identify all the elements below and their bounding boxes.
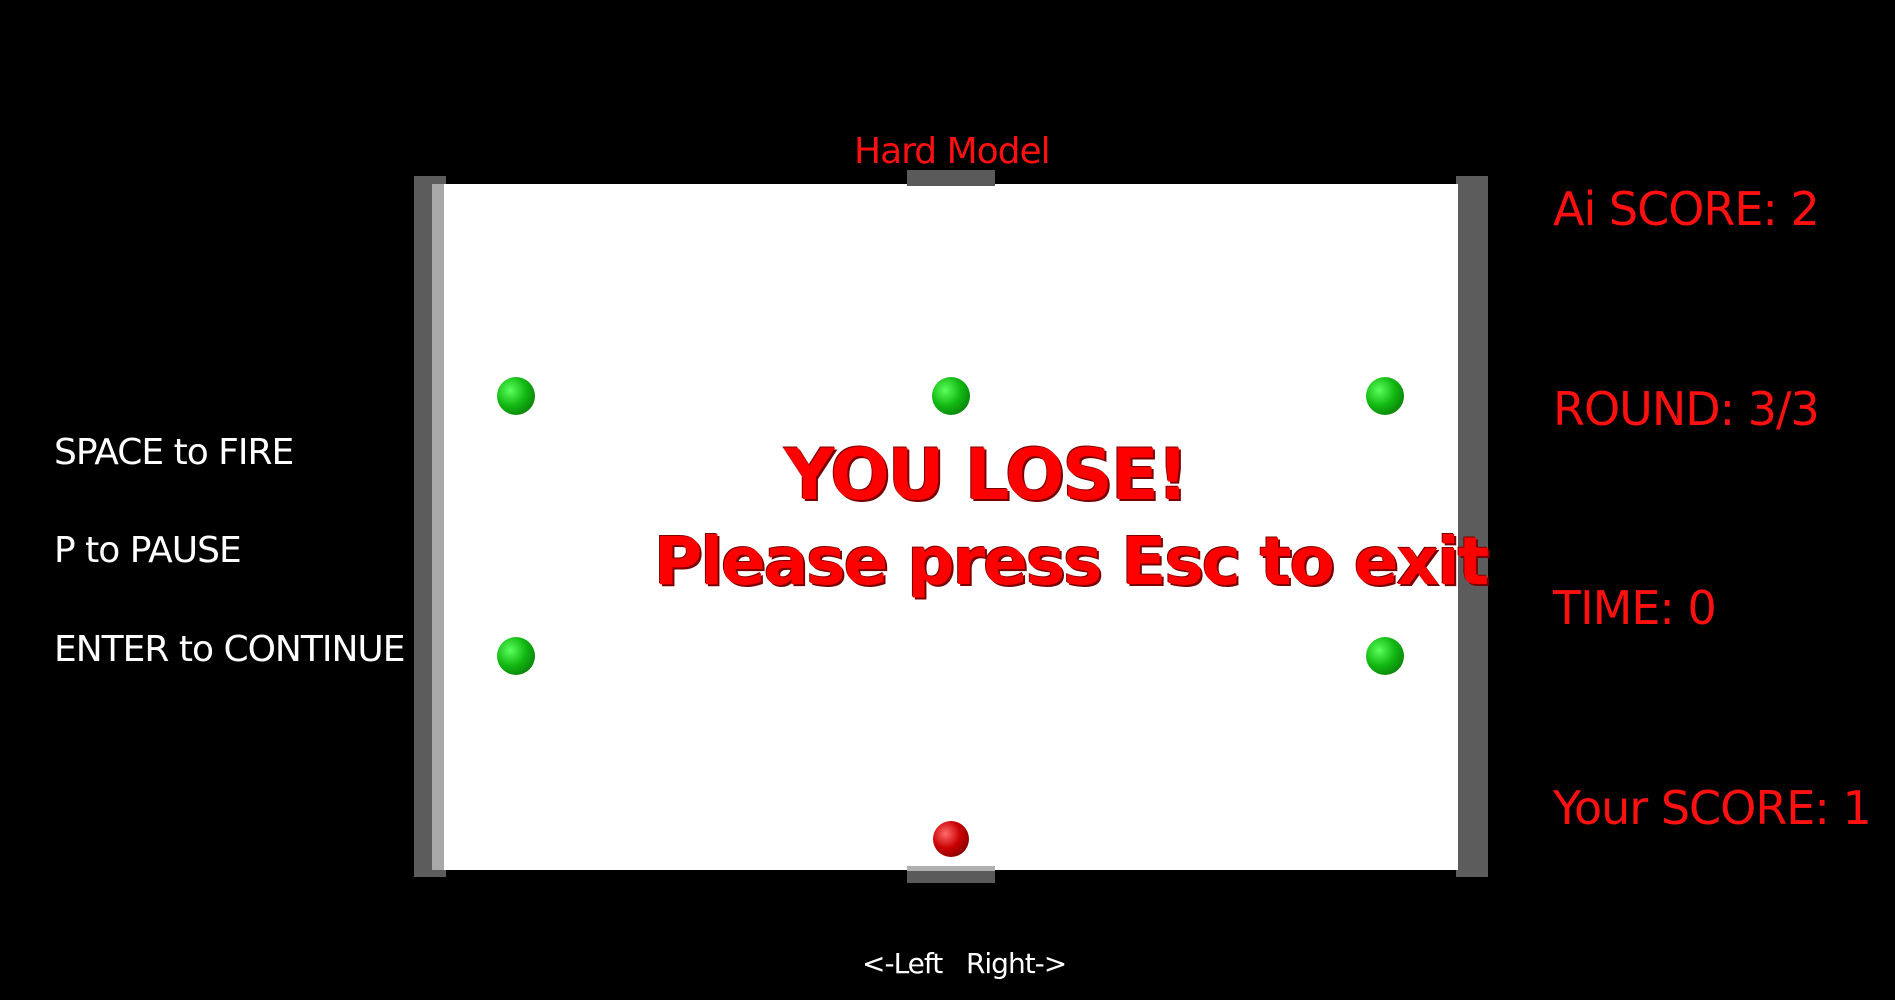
target-ball-bottom-left [497, 637, 535, 675]
player-ball [933, 821, 969, 857]
fire-instruction: SPACE to FIRE [54, 432, 294, 473]
target-ball-top-right [1366, 377, 1404, 415]
ai-paddle [907, 170, 995, 186]
continue-instruction: ENTER to CONTINUE [54, 629, 405, 670]
ai-score: Ai SCORE: 2 [1553, 182, 1820, 236]
time-display: TIME: 0 [1553, 581, 1717, 635]
target-ball-bottom-right [1366, 637, 1404, 675]
result-title: YOU LOSE! [784, 434, 1189, 516]
round-counter: ROUND: 3/3 [1553, 382, 1820, 436]
move-instruction: <-Left Right-> [862, 947, 1067, 980]
result-subtitle: Please press Esc to exit [654, 523, 1489, 600]
player-paddle[interactable] [907, 871, 995, 883]
target-ball-top-center [932, 377, 970, 415]
difficulty-label: Hard Model [854, 131, 1051, 172]
pause-instruction: P to PAUSE [54, 530, 242, 571]
target-ball-top-left [497, 377, 535, 415]
game-screen[interactable]: Hard Model YOU LOSE! Please press Esc to… [0, 0, 1895, 1000]
your-score: Your SCORE: 1 [1553, 781, 1872, 835]
